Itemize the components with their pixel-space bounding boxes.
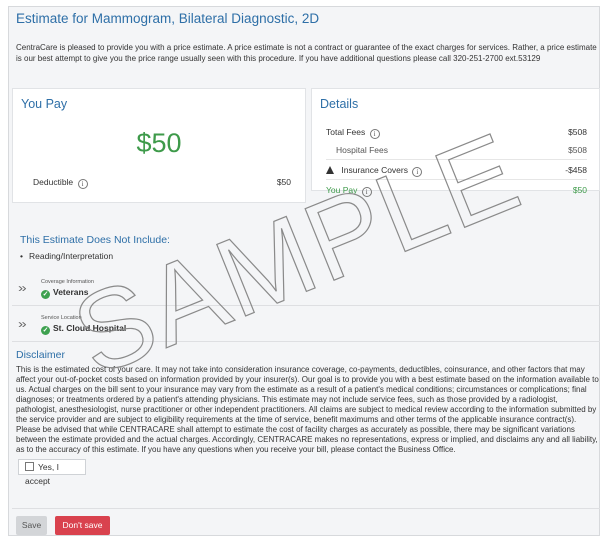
coverage-accordion[interactable]: » Coverage Information ✓ Veterans bbox=[14, 279, 214, 307]
details-heading: Details bbox=[320, 97, 359, 111]
total-fees-label: Total Fees bbox=[326, 127, 366, 137]
info-icon[interactable]: i bbox=[361, 187, 372, 197]
hospital-fees-value: $508 bbox=[568, 145, 587, 155]
bullet-icon: • bbox=[20, 251, 23, 261]
location-accordion[interactable]: » Service Location ✓ St. Cloud Hospital bbox=[14, 315, 214, 343]
you-pay-amount: $50 bbox=[136, 128, 182, 158]
save-button[interactable]: Save bbox=[16, 516, 47, 535]
intro-text: CentraCare is pleased to provide you wit… bbox=[16, 43, 597, 63]
chevron-double-down-icon[interactable]: » bbox=[18, 318, 27, 330]
deductible-label: Deductible bbox=[33, 177, 74, 187]
not-included-heading: This Estimate Does Not Include: bbox=[20, 234, 170, 246]
divider bbox=[12, 341, 600, 342]
disclaimer-text: This is the estimated cost of your care.… bbox=[16, 365, 599, 454]
hospital-fees-label: Hospital Fees bbox=[336, 145, 388, 155]
info-icon[interactable]: i bbox=[412, 167, 423, 177]
checkbox-icon[interactable] bbox=[25, 462, 34, 471]
divider bbox=[326, 159, 587, 160]
total-fees-value: $508 bbox=[568, 127, 587, 137]
details-you-pay-label: You Pay bbox=[326, 185, 358, 195]
divider bbox=[12, 305, 600, 306]
chevron-double-down-icon[interactable]: » bbox=[18, 282, 27, 294]
location-value: ✓ St. Cloud Hospital bbox=[41, 323, 126, 335]
warning-icon bbox=[326, 166, 334, 174]
check-circle-icon: ✓ bbox=[41, 290, 50, 299]
deductible-value: $50 bbox=[276, 177, 291, 187]
disclaimer-heading: Disclaimer bbox=[16, 349, 66, 361]
location-value-text: St. Cloud Hospital bbox=[53, 323, 127, 333]
insurance-label: Insurance Covers bbox=[341, 165, 408, 175]
coverage-value-text: Veterans bbox=[53, 287, 89, 297]
details-you-pay-row: You Pay i $50 bbox=[326, 185, 587, 197]
dont-save-button[interactable]: Don't save bbox=[55, 516, 110, 535]
accept-checkbox[interactable]: Yes, I accept bbox=[18, 459, 86, 486]
coverage-value: ✓ Veterans bbox=[41, 287, 88, 299]
you-pay-heading: You Pay bbox=[21, 97, 68, 111]
info-icon[interactable]: i bbox=[369, 129, 380, 139]
divider bbox=[326, 179, 587, 180]
page-title: Estimate for Mammogram, Bilateral Diagno… bbox=[16, 11, 320, 26]
divider bbox=[12, 508, 600, 509]
not-included-item: • Reading/Interpretation bbox=[20, 251, 113, 261]
you-pay-card: You Pay $50 Deductible i $50 bbox=[12, 88, 306, 203]
insurance-row: Insurance Covers i -$458 bbox=[326, 165, 587, 177]
check-circle-icon: ✓ bbox=[41, 326, 50, 335]
details-you-pay-value: $50 bbox=[572, 185, 587, 195]
info-icon[interactable]: i bbox=[77, 179, 88, 189]
details-card: Details Total Fees i $508 Hospital Fees … bbox=[311, 88, 600, 197]
location-label: Service Location bbox=[41, 315, 82, 321]
deductible-row: Deductible i $50 bbox=[33, 177, 291, 189]
not-included-item-label: Reading/Interpretation bbox=[28, 251, 114, 261]
total-fees-row: Total Fees i $508 bbox=[326, 127, 587, 139]
coverage-label: Coverage Information bbox=[41, 279, 94, 285]
estimate-panel bbox=[8, 6, 600, 536]
insurance-value: -$458 bbox=[565, 165, 587, 175]
hospital-fees-row: Hospital Fees $508 bbox=[336, 145, 587, 155]
